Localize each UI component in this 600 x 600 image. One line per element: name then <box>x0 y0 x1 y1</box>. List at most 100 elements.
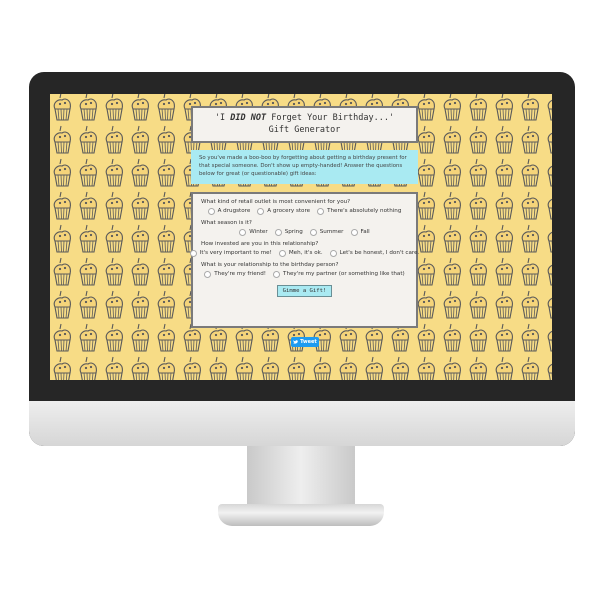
option-drugstore[interactable]: A drugstore <box>207 207 250 216</box>
tweet-button[interactable]: Tweet <box>291 337 319 347</box>
cupcake-icon <box>495 191 513 220</box>
question-text: What season is it? <box>201 220 252 226</box>
radio-button[interactable] <box>309 229 317 236</box>
cupcake-icon <box>417 158 435 187</box>
cupcake-icon <box>157 323 175 352</box>
cupcake-icon <box>313 356 331 380</box>
radio-button[interactable] <box>273 271 281 278</box>
radio-button[interactable] <box>317 208 325 215</box>
cupcake-icon <box>209 356 227 380</box>
cupcake-icon <box>469 323 487 352</box>
option-fall[interactable]: Fall <box>350 228 370 237</box>
cupcake-icon <box>521 323 539 352</box>
cupcake-icon <box>469 125 487 154</box>
option-partner[interactable]: They're my partner (or something like th… <box>273 270 405 279</box>
option-dont-care[interactable]: Let's be honest, I don't care. <box>329 249 420 258</box>
cupcake-icon <box>105 224 123 253</box>
radio-button[interactable] <box>207 208 215 215</box>
cupcake-icon <box>183 323 201 352</box>
option-label: Let's be honest, I don't care. <box>339 250 420 256</box>
cupcake-icon <box>157 125 175 154</box>
cupcake-icon <box>469 356 487 380</box>
radio-button[interactable] <box>257 208 265 215</box>
cupcake-icon <box>495 356 513 380</box>
option-meh[interactable]: Meh, it's ok. <box>278 249 323 258</box>
question-4: What is your relationship to the birthda… <box>201 261 408 279</box>
cupcake-icon <box>521 94 539 121</box>
tweet-label: Tweet <box>300 339 317 345</box>
radio-button[interactable] <box>329 250 337 257</box>
cupcake-icon <box>105 191 123 220</box>
cupcake-icon <box>131 290 149 319</box>
option-spring[interactable]: Spring <box>274 228 303 237</box>
option-grocery-store[interactable]: A grocery store <box>257 207 310 216</box>
cupcake-icon <box>443 356 461 380</box>
option-nothing[interactable]: There's absolutely nothing <box>317 207 401 216</box>
question-text: What is your relationship to the birthda… <box>201 262 339 268</box>
cupcake-icon <box>417 125 435 154</box>
cupcake-icon <box>53 158 71 187</box>
cupcake-icon <box>53 94 71 121</box>
cupcake-icon <box>417 191 435 220</box>
option-label: Meh, it's ok. <box>288 250 323 256</box>
cupcake-icon <box>495 125 513 154</box>
radio-button[interactable] <box>350 229 358 236</box>
option-label: They're my partner (or something like th… <box>283 271 405 277</box>
cupcake-icon <box>391 323 409 352</box>
option-very-important[interactable]: It's very important to me! <box>189 249 272 258</box>
cupcake-icon <box>79 323 97 352</box>
cupcake-icon <box>53 125 71 154</box>
cupcake-icon <box>79 257 97 286</box>
cupcake-icon <box>547 257 552 286</box>
cupcake-icon <box>495 158 513 187</box>
cupcake-icon <box>105 356 123 380</box>
cupcake-icon <box>157 191 175 220</box>
page-subtitle: Gift Generator <box>268 125 341 135</box>
cupcake-icon <box>79 356 97 380</box>
cupcake-icon <box>131 125 149 154</box>
radio-button[interactable] <box>239 229 247 236</box>
cupcake-icon <box>157 356 175 380</box>
option-summer[interactable]: Summer <box>309 228 344 237</box>
radio-button[interactable] <box>189 250 197 257</box>
title-emphasis: DID NOT <box>230 113 267 123</box>
twitter-bird-icon <box>293 340 299 344</box>
question-form: What kind of retail outlet is most conve… <box>189 192 420 328</box>
option-friend[interactable]: They're my friend! <box>204 270 266 279</box>
cupcake-icon <box>105 94 123 121</box>
cupcake-icon <box>417 290 435 319</box>
cupcake-icon <box>417 323 435 352</box>
cupcake-icon <box>469 94 487 121</box>
cupcake-icon <box>521 257 539 286</box>
option-label: Summer <box>319 229 344 235</box>
title-card: 'I DID NOT Forget Your Birthday...' Gift… <box>191 106 418 143</box>
cupcake-icon <box>469 158 487 187</box>
radio-button[interactable] <box>278 250 286 257</box>
cupcake-icon <box>495 323 513 352</box>
title-prefix: 'I <box>214 113 231 123</box>
cupcake-icon <box>391 356 409 380</box>
cupcake-icon <box>235 356 253 380</box>
cupcake-icon <box>443 191 461 220</box>
cupcake-icon <box>157 158 175 187</box>
cupcake-icon <box>417 257 435 286</box>
cupcake-icon <box>105 323 123 352</box>
cupcake-icon <box>53 290 71 319</box>
option-winter[interactable]: Winter <box>239 228 268 237</box>
radio-button[interactable] <box>204 271 212 278</box>
gimme-gift-button[interactable]: Gimme a Gift! <box>276 285 333 297</box>
intro-card: So you've made a boo-boo by forgetting a… <box>191 150 418 184</box>
cupcake-icon <box>521 125 539 154</box>
cupcake-icon <box>365 323 383 352</box>
cupcake-icon <box>417 94 435 121</box>
question-text: What kind of retail outlet is most conve… <box>201 199 351 205</box>
cupcake-icon <box>157 290 175 319</box>
monitor-stand-foot <box>218 504 384 526</box>
cupcake-icon <box>131 191 149 220</box>
cupcake-icon <box>443 323 461 352</box>
radio-button[interactable] <box>274 229 282 236</box>
cupcake-icon <box>131 224 149 253</box>
cupcake-icon <box>53 323 71 352</box>
title-suffix: Forget Your Birthday...' <box>266 113 395 123</box>
cupcake-icon <box>443 125 461 154</box>
